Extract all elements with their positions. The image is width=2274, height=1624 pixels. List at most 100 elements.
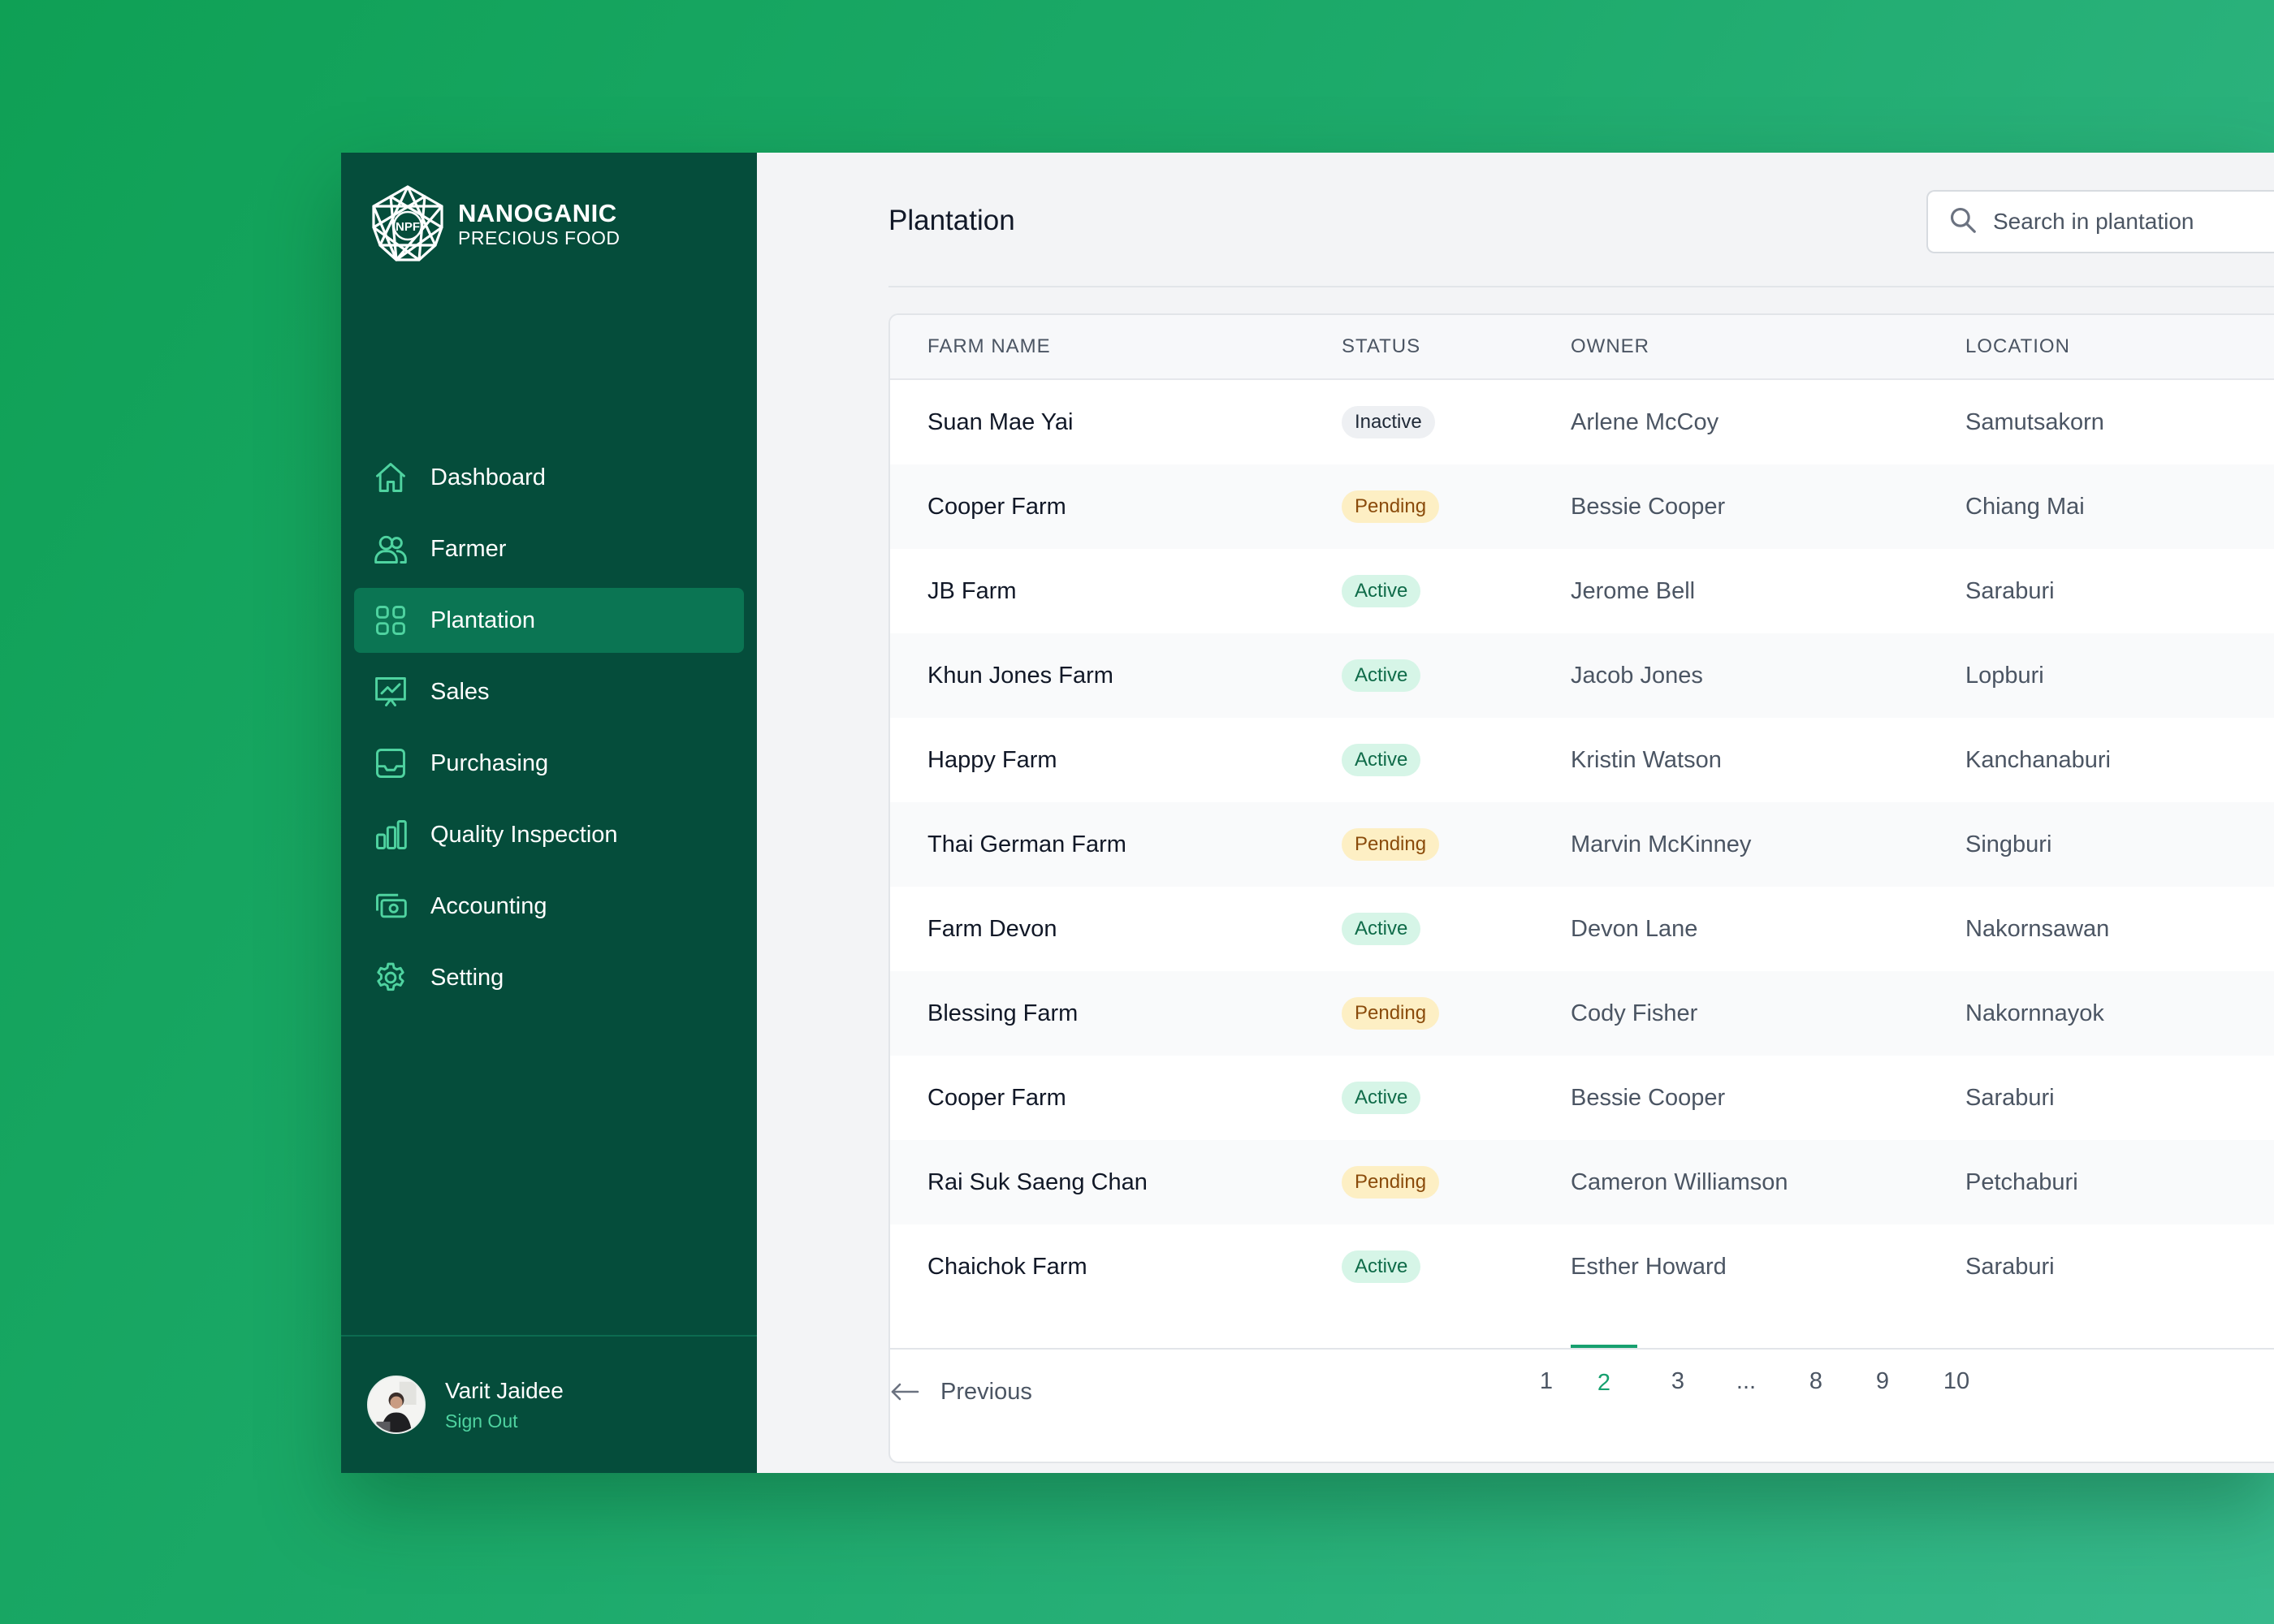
status-badge: Active: [1342, 659, 1421, 692]
main-content: Plantation FARM NAME STATUS OWNER LOCATI…: [757, 153, 2274, 1473]
table-row[interactable]: Cooper Farm Pending Bessie Cooper Chiang…: [890, 464, 2274, 549]
page-button-1[interactable]: 1: [1522, 1345, 1571, 1418]
location: Nakornnayok: [1965, 1000, 2104, 1026]
table-row[interactable]: Happy Farm Active Kristin Watson Kanchan…: [890, 718, 2274, 802]
farm-name: Rai Suk Saeng Chan: [927, 1168, 1148, 1195]
presentation-chart-icon: [372, 673, 409, 710]
sidebar-item-label: Farmer: [430, 535, 507, 562]
sidebar-item-label: Dashboard: [430, 464, 546, 490]
status-badge: Pending: [1342, 1166, 1440, 1199]
location: Petchaburi: [1965, 1168, 2078, 1195]
farm-name: Suan Mae Yai: [927, 408, 1074, 435]
brand-logo[interactable]: NPF NANOGANIC PRECIOUS FOOD: [367, 184, 620, 265]
table-row[interactable]: Blessing Farm Pending Cody Fisher Nakorn…: [890, 971, 2274, 1056]
location: Chiang Mai: [1965, 493, 2085, 520]
farm-name: Cooper Farm: [927, 493, 1066, 520]
farm-name: JB Farm: [927, 577, 1017, 604]
sidebar-item-plantation[interactable]: Plantation: [354, 588, 744, 653]
user-name: Varit Jaidee: [445, 1377, 564, 1403]
sidebar-item-dashboard[interactable]: Dashboard: [354, 445, 744, 510]
column-header-owner[interactable]: OWNER: [1571, 335, 1965, 358]
search-icon: [1948, 205, 1978, 240]
sidebar-item-label: Accounting: [430, 892, 547, 919]
sign-out-link[interactable]: Sign Out: [445, 1410, 564, 1432]
sidebar-item-label: Plantation: [430, 607, 535, 633]
owner-name: Bessie Cooper: [1571, 1084, 1726, 1111]
farm-name: Farm Devon: [927, 915, 1057, 942]
search-box[interactable]: [1926, 190, 2274, 253]
search-input[interactable]: [1993, 209, 2274, 235]
bar-chart-icon: [372, 816, 409, 853]
status-badge: Active: [1342, 575, 1421, 607]
location: Singburi: [1965, 831, 2052, 857]
sidebar-item-setting[interactable]: Setting: [354, 945, 744, 1010]
page-title: Plantation: [888, 205, 1015, 236]
brand-tagline: PRECIOUS FOOD: [458, 227, 620, 248]
owner-name: Marvin McKinney: [1571, 831, 1752, 857]
location: Saraburi: [1965, 1253, 2055, 1280]
table-body: Suan Mae Yai Inactive Arlene McCoy Samut…: [890, 380, 2274, 1309]
previous-label: Previous: [940, 1378, 1032, 1405]
previous-page-button[interactable]: Previous: [888, 1367, 1032, 1416]
page-button-8[interactable]: 8: [1792, 1345, 1840, 1418]
sidebar-item-purchasing[interactable]: Purchasing: [354, 731, 744, 796]
pagination-ellipsis: ...: [1736, 1367, 1757, 1394]
owner-name: Cody Fisher: [1571, 1000, 1698, 1026]
brand-mark-text: NPF: [396, 220, 420, 234]
column-header-farm-name[interactable]: FARM NAME: [890, 335, 1342, 358]
page-button-9[interactable]: 9: [1858, 1345, 1907, 1418]
sidebar-item-quality-inspection[interactable]: Quality Inspection: [354, 802, 744, 867]
inbox-icon: [372, 745, 409, 782]
table-row[interactable]: Suan Mae Yai Inactive Arlene McCoy Samut…: [890, 380, 2274, 464]
cash-icon: [372, 888, 409, 925]
brand-name: NANOGANIC: [458, 199, 617, 227]
owner-name: Devon Lane: [1571, 915, 1698, 942]
column-header-location[interactable]: LOCATION: [1965, 335, 2274, 358]
location: Nakornsawan: [1965, 915, 2110, 942]
sidebar-item-farmer[interactable]: Farmer: [354, 516, 744, 581]
farm-name: Thai German Farm: [927, 831, 1126, 857]
location: Saraburi: [1965, 1084, 2055, 1111]
table-row[interactable]: Cooper Farm Active Bessie Cooper Sarabur…: [890, 1056, 2274, 1140]
column-header-status[interactable]: STATUS: [1342, 335, 1571, 358]
grid-icon: [372, 602, 409, 639]
location: Kanchanaburi: [1965, 746, 2111, 773]
owner-name: Arlene McCoy: [1571, 408, 1719, 435]
brand-mark-icon: NPF: [372, 185, 443, 261]
sidebar-item-accounting[interactable]: Accounting: [354, 874, 744, 939]
avatar[interactable]: [367, 1376, 426, 1434]
table-row[interactable]: Farm Devon Active Devon Lane Nakornsawan: [890, 887, 2274, 971]
table-row[interactable]: Chaichok Farm Active Esther Howard Sarab…: [890, 1224, 2274, 1309]
owner-name: Jacob Jones: [1571, 662, 1703, 689]
table-row[interactable]: JB Farm Active Jerome Bell Saraburi: [890, 549, 2274, 633]
user-profile: Varit Jaidee Sign Out: [341, 1335, 757, 1473]
gear-icon: [372, 959, 409, 996]
page-button-3[interactable]: 3: [1654, 1345, 1702, 1418]
sidebar-item-label: Quality Inspection: [430, 821, 618, 848]
owner-name: Esther Howard: [1571, 1253, 1727, 1280]
table-row[interactable]: Rai Suk Saeng Chan Pending Cameron Willi…: [890, 1140, 2274, 1224]
location: Lopburi: [1965, 662, 2044, 689]
sidebar-item-label: Setting: [430, 964, 504, 991]
plantation-table: FARM NAME STATUS OWNER LOCATION Suan Mae…: [888, 313, 2274, 1463]
page-button-10[interactable]: 10: [1928, 1345, 1985, 1418]
status-badge: Active: [1342, 1250, 1421, 1283]
table-row[interactable]: Khun Jones Farm Active Jacob Jones Lopbu…: [890, 633, 2274, 718]
owner-name: Cameron Williamson: [1571, 1168, 1788, 1195]
owner-name: Bessie Cooper: [1571, 493, 1726, 520]
table-row[interactable]: Thai German Farm Pending Marvin McKinney…: [890, 802, 2274, 887]
farm-name: Blessing Farm: [927, 1000, 1079, 1026]
status-badge: Active: [1342, 744, 1421, 776]
status-badge: Pending: [1342, 997, 1440, 1030]
owner-name: Jerome Bell: [1571, 577, 1696, 604]
sidebar-item-sales[interactable]: Sales: [354, 659, 744, 724]
farm-name: Cooper Farm: [927, 1084, 1066, 1111]
sidebar-nav: Dashboard Farmer Plantation Sales Purcha…: [354, 445, 744, 1017]
page-button-2[interactable]: 2: [1571, 1345, 1637, 1418]
home-icon: [372, 459, 409, 496]
farm-name: Happy Farm: [927, 746, 1057, 773]
header-divider: [888, 286, 2274, 287]
status-badge: Pending: [1342, 828, 1440, 861]
status-badge: Active: [1342, 1082, 1421, 1114]
sidebar: NPF NANOGANIC PRECIOUS FOOD Dashboard Fa…: [341, 153, 757, 1473]
